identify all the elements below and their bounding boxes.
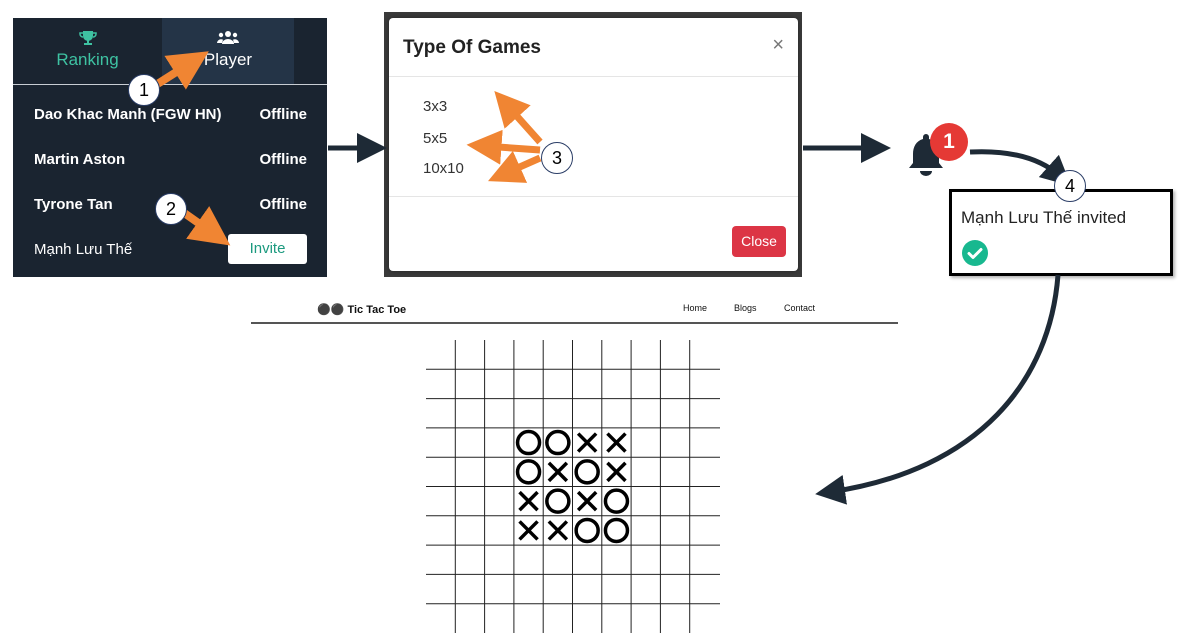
pointer-arrow-3a bbox=[494, 90, 543, 145]
nav-home[interactable]: Home bbox=[683, 303, 707, 313]
x-mark[interactable] bbox=[606, 432, 627, 453]
pointer-arrow-3c bbox=[488, 150, 542, 183]
brand[interactable]: ⚫⚫ Tic Tac Toe bbox=[317, 303, 406, 316]
x-mark[interactable] bbox=[576, 490, 598, 512]
pointer-arrow-3b bbox=[466, 129, 541, 165]
step-marker-1: 1 bbox=[128, 74, 160, 106]
o-mark[interactable] bbox=[574, 459, 600, 485]
o-mark[interactable] bbox=[603, 488, 630, 514]
o-mark[interactable] bbox=[574, 517, 600, 544]
o-mark[interactable] bbox=[515, 429, 542, 456]
x-mark[interactable] bbox=[518, 490, 539, 512]
x-mark[interactable] bbox=[576, 432, 598, 453]
x-mark[interactable] bbox=[606, 461, 627, 483]
header-divider bbox=[251, 322, 898, 324]
game-board[interactable] bbox=[426, 340, 720, 633]
nav-blogs[interactable]: Blogs bbox=[734, 303, 757, 313]
step-marker-3: 3 bbox=[541, 142, 573, 174]
o-mark[interactable] bbox=[545, 488, 571, 514]
x-mark[interactable] bbox=[547, 520, 569, 541]
step-marker-2: 2 bbox=[155, 193, 187, 225]
x-mark[interactable] bbox=[518, 520, 539, 541]
brand-label: Tic Tac Toe bbox=[347, 304, 407, 316]
arrow-bell-to-notice bbox=[969, 149, 1072, 187]
o-mark[interactable] bbox=[515, 459, 542, 485]
o-mark[interactable] bbox=[545, 429, 571, 456]
x-mark[interactable] bbox=[547, 461, 569, 483]
o-mark[interactable] bbox=[603, 517, 630, 544]
gamepad-icon: ⚫⚫ bbox=[317, 304, 345, 316]
game-header: ⚫⚫ Tic Tac Toe Home Blogs Contact bbox=[251, 297, 898, 325]
nav-contact[interactable]: Contact bbox=[784, 303, 815, 313]
step-marker-4: 4 bbox=[1054, 170, 1086, 202]
